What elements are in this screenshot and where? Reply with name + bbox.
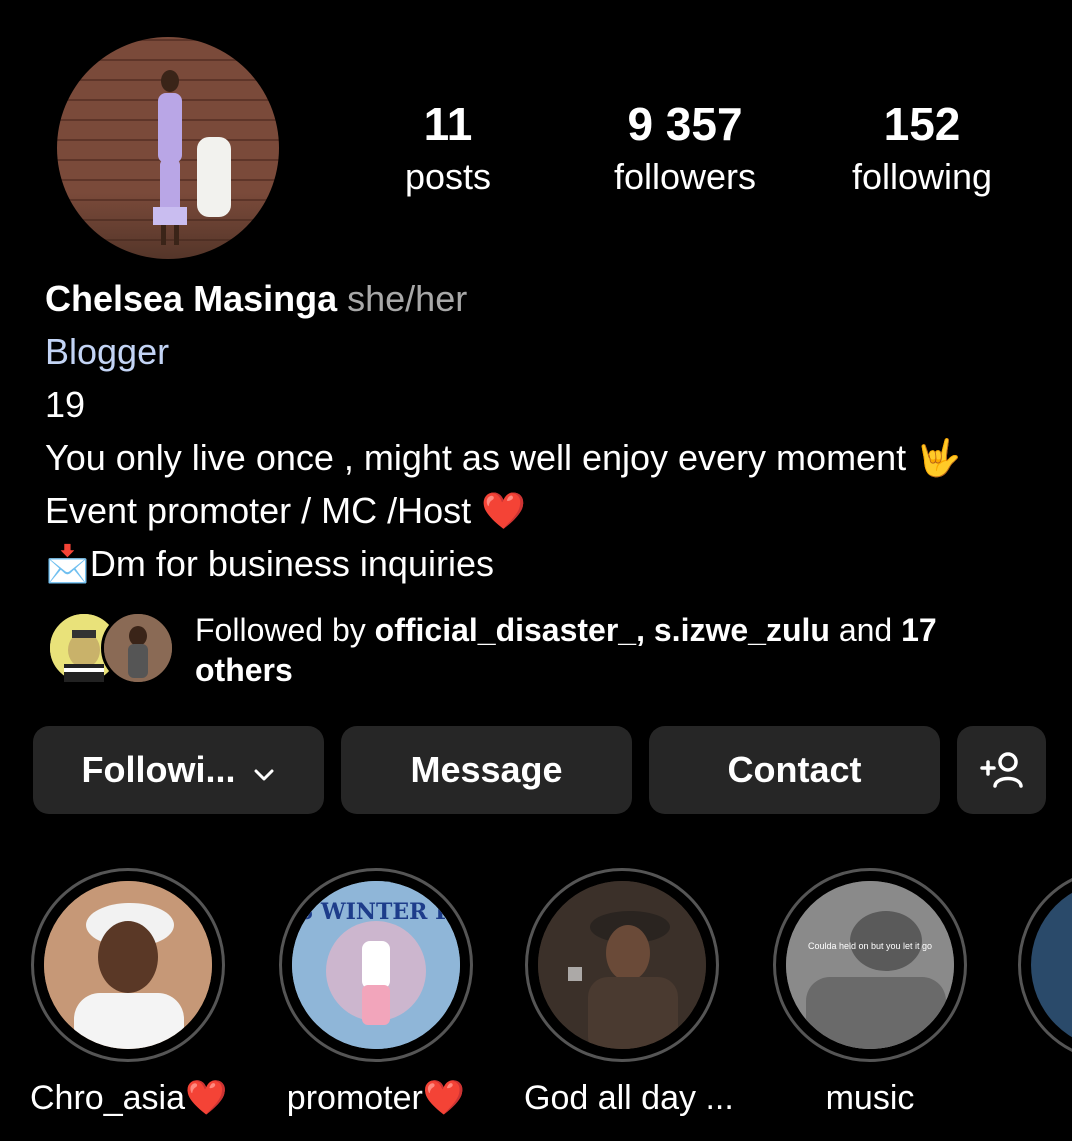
mutual-user-1[interactable]: official_disaster_ [375,612,636,648]
following-stat[interactable]: 152 following [822,96,1022,202]
message-button-label: Message [410,749,563,790]
highlight-item[interactable]: God all day ... [524,868,734,1120]
message-button[interactable]: Message [341,726,632,814]
chevron-down-icon [253,749,275,791]
posts-stat[interactable]: 11 posts [348,96,548,202]
highlight-cover [538,881,706,1049]
add-person-icon [979,752,1023,788]
profile-pronouns: she/her [347,278,468,319]
following-button[interactable]: Followi... [33,726,324,814]
highlight-ring [31,868,225,1062]
followers-count: 9 357 [627,98,743,150]
highlight-cover: OASIS WINTER PARTY [292,881,460,1049]
followers-label: followers [613,156,757,197]
suggest-users-button[interactable] [957,726,1046,814]
highlight-item[interactable]: OASIS WINTER PARTY promoter❤️ [278,868,474,1120]
followed-by-and: and [829,612,902,648]
highlight-cover: Coulda held on but you let it go [786,881,954,1049]
profile-bio: Chelsea Masinga she/her Blogger 19 You o… [45,272,1055,590]
bio-line-age: 19 [45,384,86,425]
mutual-avatar-2 [101,611,175,685]
mutual-user-2[interactable]: s.izwe_zulu [654,612,830,648]
posts-count: 11 [423,98,473,150]
profile-stats: 11 posts 9 357 followers 152 following [0,96,1072,216]
following-label: following [851,156,993,197]
highlight-label: God all day ... [524,1079,734,1117]
followed-by[interactable]: Followed by official_disaster_, s.izwe_z… [45,608,1045,698]
followed-by-prefix: Followed by [195,612,375,648]
highlight-cover-caption: Coulda held on but you let it go [808,941,932,951]
highlight-ring: Coulda held on but you let it go [773,868,967,1062]
posts-label: posts [404,156,492,197]
highlight-cover [44,881,212,1049]
bio-line-role: Event promoter / MC /Host ❤️ [45,490,526,531]
following-button-label: Followi... [81,749,236,790]
name-line: Chelsea Masinga she/her [45,272,1055,325]
profile-name: Chelsea Masinga [45,278,338,319]
highlight-label: music [825,1079,915,1117]
mutual-separator: , [636,612,654,648]
highlight-cover-text: OASIS WINTER PARTY [292,899,460,925]
highlight-cover [1031,881,1072,1049]
following-count: 152 [883,98,961,150]
highlight-label: Chro_asia❤️ [30,1079,228,1117]
highlight-item-partial[interactable] [1018,868,1072,1062]
highlight-label: promoter❤️ [286,1079,466,1117]
highlight-ring: OASIS WINTER PARTY [279,868,473,1062]
highlight-ring [525,868,719,1062]
profile-category[interactable]: Blogger [45,325,1055,378]
bio-line-contact: 📩Dm for business inquiries [45,543,494,584]
bio-line-motto: You only live once , might as well enjoy… [45,437,961,478]
highlight-item[interactable]: Chro_asia❤️ [30,868,228,1120]
followed-by-text: Followed by official_disaster_, s.izwe_z… [195,610,1015,690]
followers-stat[interactable]: 9 357 followers [585,96,785,202]
contact-button-label: Contact [727,749,862,790]
highlight-item[interactable]: Coulda held on but you let it go music [772,868,968,1120]
contact-button[interactable]: Contact [649,726,940,814]
highlight-ring [1018,868,1072,1062]
